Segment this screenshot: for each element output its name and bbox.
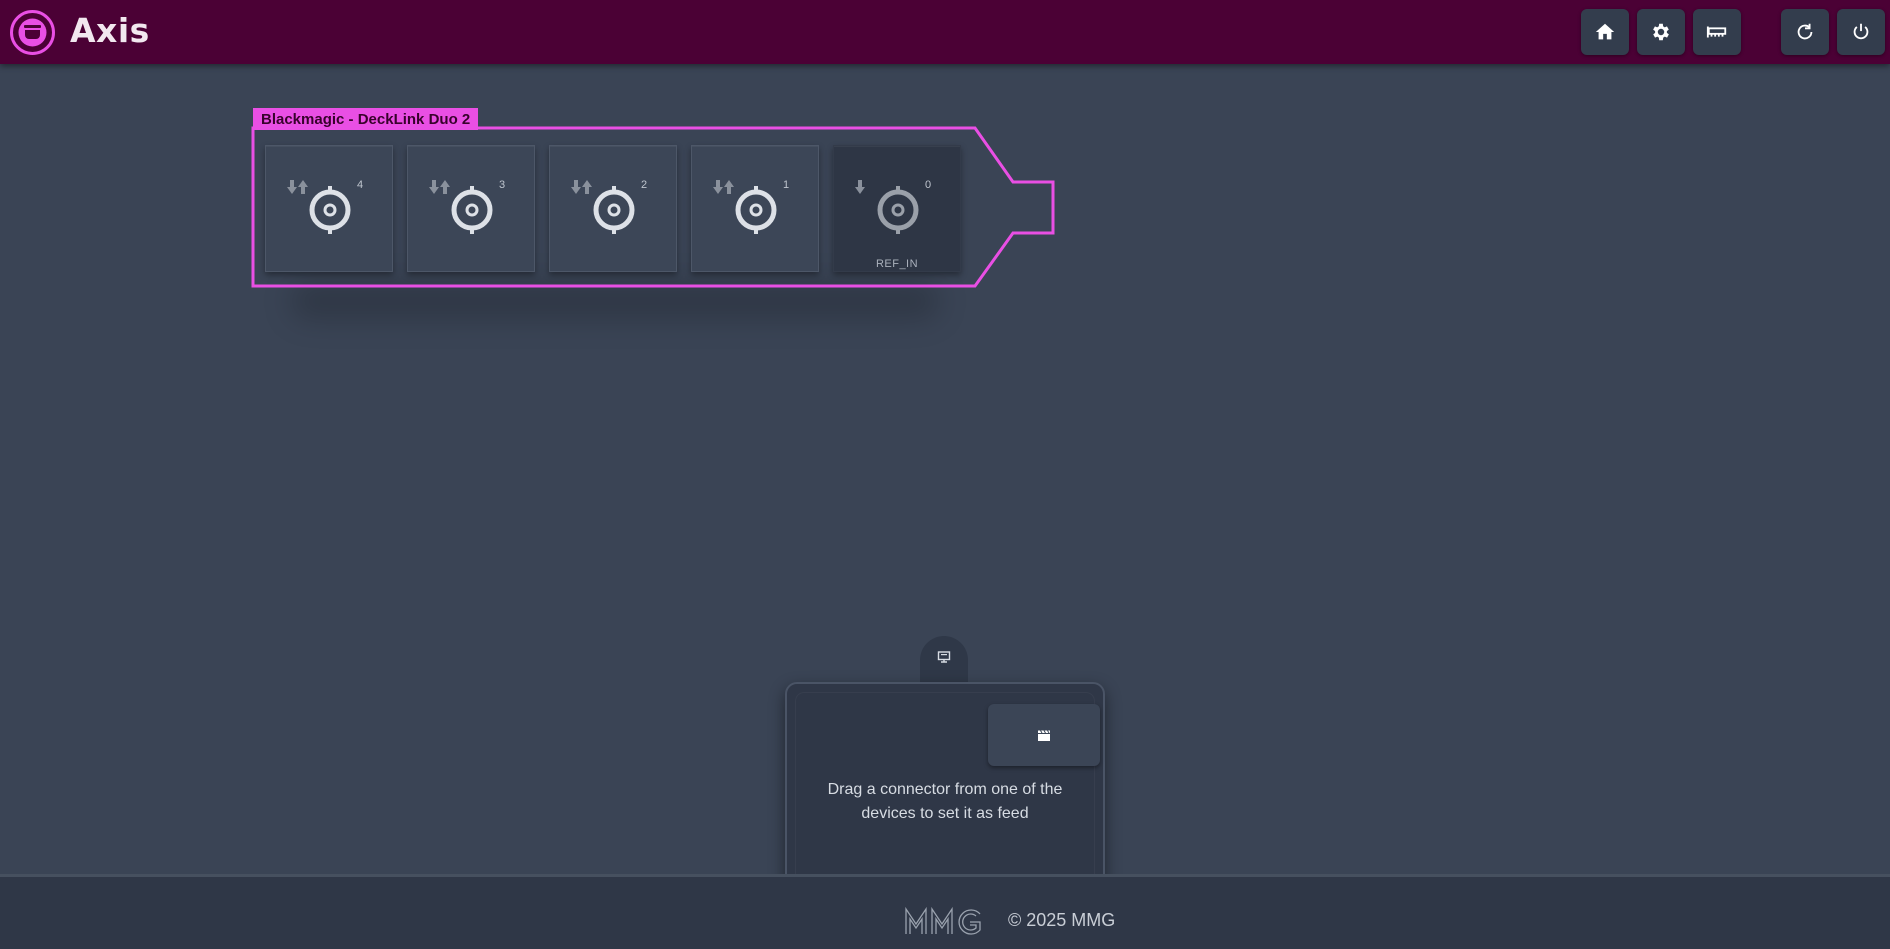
feed-instruction: Drag a connector from one of the devices… [827,781,1063,822]
home-icon [1595,23,1615,40]
refresh-icon [1797,23,1813,40]
bnc-connector-icon [309,186,351,234]
device-label: Blackmagic - DeckLink Duo 2 [253,108,479,130]
clapperboard-icon [1038,729,1050,741]
port-number: 0 [925,179,932,191]
bnc-connector-icon [593,186,635,234]
refresh-button[interactable] [1781,9,1829,55]
mmg-logo [905,906,981,935]
copyright-text: © 2025 MMG [1008,910,1116,930]
feed-drop-zone[interactable]: Drag a connector from one of the devices… [795,692,1100,894]
app-header: Axis [0,0,1890,64]
port-number: 3 [499,179,506,191]
bnc-connector-icon [451,186,493,234]
home-button[interactable] [1581,9,1629,55]
power-icon [1853,23,1869,40]
pcie-card-icon [1706,26,1727,38]
port-label: REF_IN [875,258,919,270]
bnc-connector-icon [877,186,919,234]
connector-port[interactable]: 1 [691,145,819,272]
connector-port[interactable]: 4 [265,145,393,272]
power-button[interactable] [1837,9,1885,55]
devices-button[interactable] [1693,9,1741,55]
feed-preview-button[interactable] [988,704,1100,766]
connector-port[interactable]: 0 REF_IN [833,145,961,272]
bnc-connector-icon [735,186,777,234]
port-number: 2 [641,179,648,191]
connector-port[interactable]: 3 [407,145,535,272]
settings-button[interactable] [1637,9,1685,55]
feed-tab[interactable] [920,636,968,686]
port-number: 1 [783,179,790,191]
monitor-icon [937,651,951,663]
gear-icon [1653,23,1669,41]
feed-panel[interactable]: Drag a connector from one of the devices… [785,682,1105,904]
connector-port[interactable]: 2 [549,145,677,272]
app-logo-icon [10,10,55,55]
port-number: 4 [357,179,364,191]
app-title: Axis [70,11,150,50]
